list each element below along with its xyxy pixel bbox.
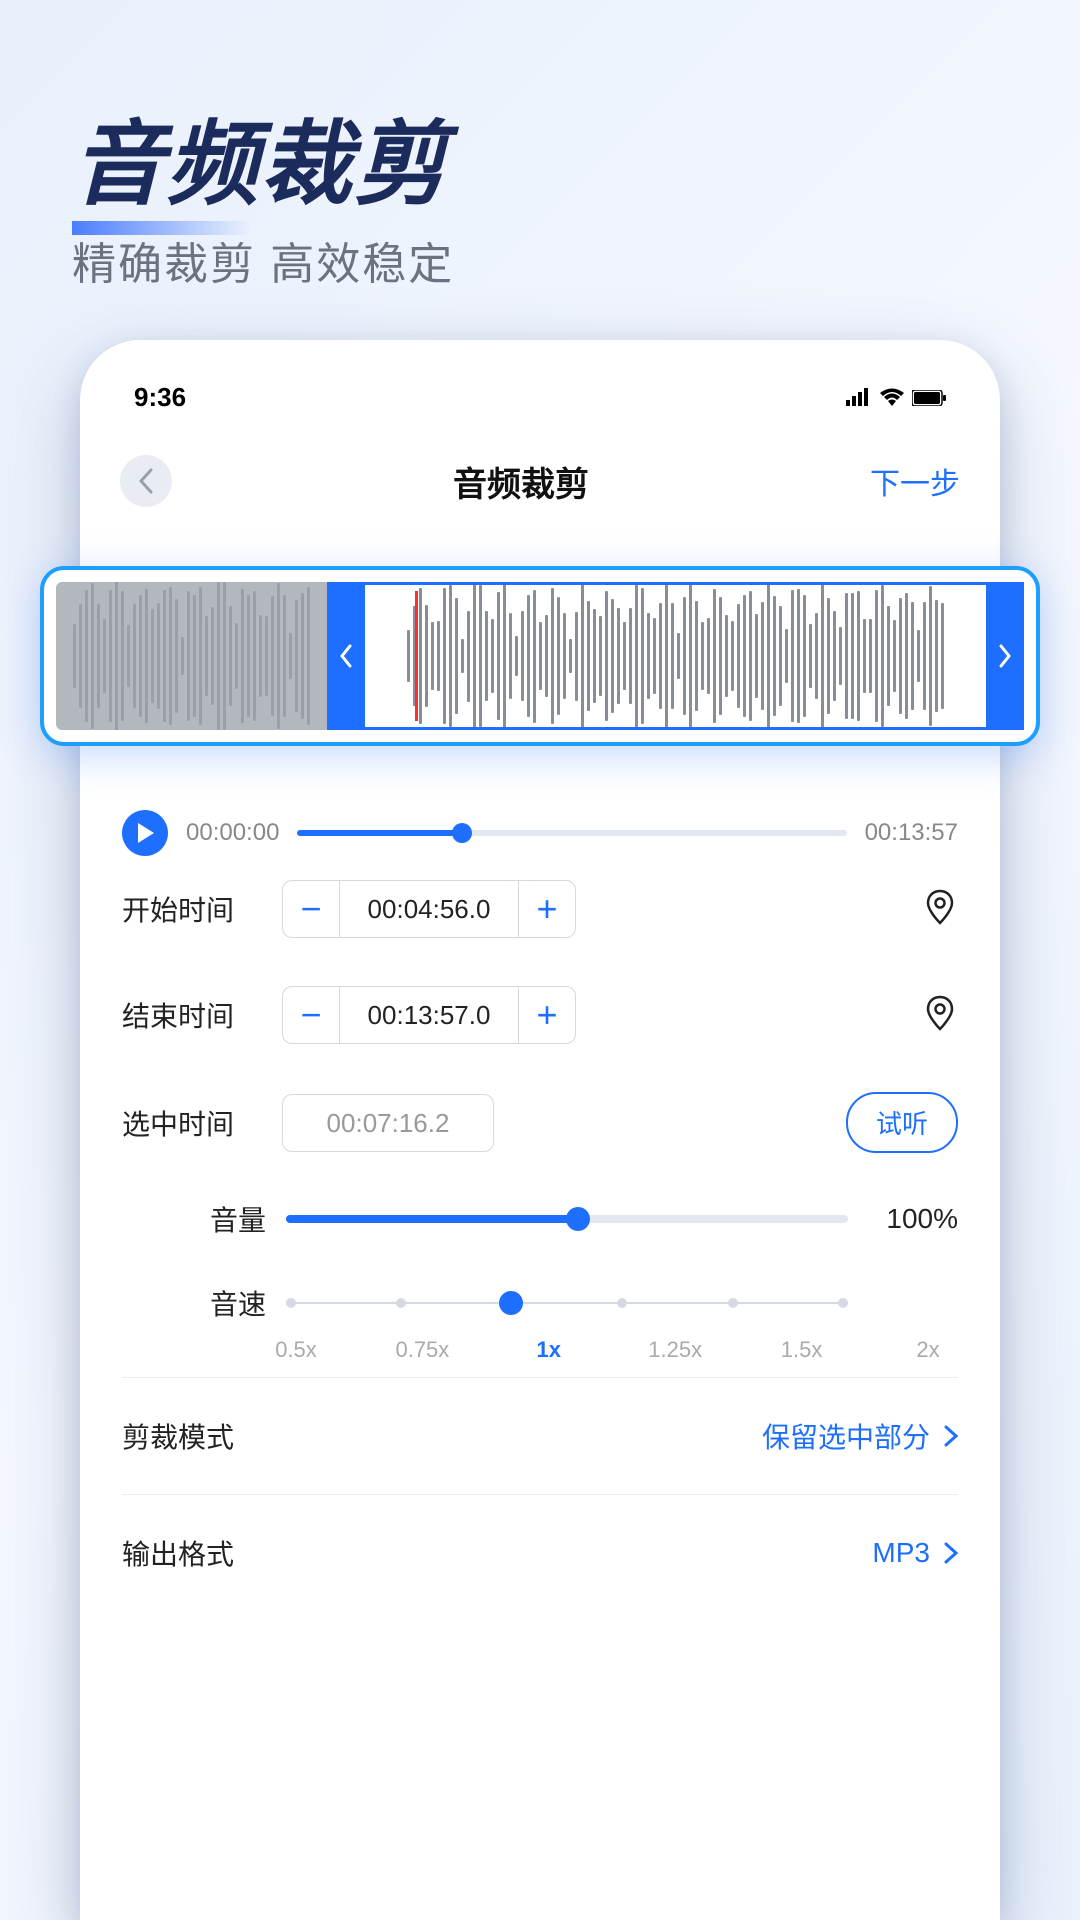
playback-total-time: 00:13:57 [865, 819, 958, 847]
speed-slider[interactable] [286, 1298, 848, 1308]
volume-slider[interactable] [286, 1215, 848, 1223]
waveform-selected [365, 582, 986, 730]
speed-option[interactable]: 1.5x [772, 1337, 832, 1363]
battery-icon [912, 382, 946, 413]
back-button[interactable] [120, 455, 172, 507]
trim-handle-right[interactable] [986, 582, 1024, 730]
speed-option-selected[interactable]: 1x [519, 1337, 579, 1363]
chevron-right-icon [944, 1542, 958, 1564]
selected-time-label: 选中时间 [122, 1103, 262, 1143]
chevron-right-icon [944, 1425, 958, 1447]
output-format-label: 输出格式 [122, 1533, 234, 1573]
chevron-left-icon [137, 468, 155, 494]
speed-option[interactable]: 1.25x [645, 1337, 705, 1363]
waveform-unselected [56, 582, 327, 730]
output-format-row[interactable]: 输出格式 MP3 [116, 1509, 964, 1597]
next-step-button[interactable]: 下一步 [870, 459, 960, 503]
status-time: 9:36 [134, 382, 186, 413]
speed-option[interactable]: 0.75x [392, 1337, 452, 1363]
end-time-stepper: − 00:13:57.0 + [282, 986, 576, 1044]
volume-row: 音量 100% [116, 1177, 964, 1261]
wifi-icon [880, 382, 904, 413]
start-time-stepper: − 00:04:56.0 + [282, 880, 576, 938]
volume-value: 100% [868, 1203, 958, 1235]
preview-button[interactable]: 试听 [846, 1092, 958, 1153]
crop-mode-value: 保留选中部分 [762, 1416, 930, 1456]
end-time-row: 结束时间 − 00:13:57.0 + [116, 962, 964, 1068]
divider [122, 1494, 958, 1495]
playback-current-time: 00:00:00 [186, 819, 279, 847]
start-time-value[interactable]: 00:04:56.0 [339, 881, 519, 937]
start-time-label: 开始时间 [122, 889, 262, 929]
play-icon [136, 823, 154, 843]
signal-icon [846, 382, 872, 413]
end-time-locate-button[interactable] [922, 995, 958, 1036]
play-button[interactable] [122, 810, 168, 856]
page-title: 音频裁剪 [453, 457, 589, 506]
end-time-label: 结束时间 [122, 995, 262, 1035]
start-time-row: 开始时间 − 00:04:56.0 + [116, 856, 964, 962]
start-time-decrement[interactable]: − [283, 881, 339, 937]
status-bar: 9:36 [116, 382, 964, 425]
start-time-locate-button[interactable] [922, 889, 958, 930]
volume-label: 音量 [166, 1199, 266, 1239]
playhead-cursor[interactable] [415, 591, 418, 721]
speed-option[interactable]: 2x [898, 1337, 958, 1363]
marketing-subtitle: 精确裁剪 高效稳定 [72, 228, 454, 292]
nav-bar: 音频裁剪 下一步 [116, 425, 964, 529]
speed-label: 音速 [166, 1283, 266, 1323]
location-pin-icon [922, 995, 958, 1031]
playback-progress[interactable] [297, 830, 846, 836]
crop-mode-label: 剪裁模式 [122, 1416, 234, 1456]
selected-time-value: 00:07:16.2 [282, 1094, 494, 1152]
selected-time-row: 选中时间 00:07:16.2 试听 [116, 1068, 964, 1177]
divider [122, 1377, 958, 1378]
playback-bar: 00:00:00 00:13:57 [116, 810, 964, 856]
marketing-title: 音频裁剪 [72, 90, 448, 223]
end-time-decrement[interactable]: − [283, 987, 339, 1043]
chevron-left-icon [338, 644, 354, 668]
waveform-editor[interactable] [40, 566, 1040, 746]
start-time-increment[interactable]: + [519, 881, 575, 937]
speed-option[interactable]: 0.5x [266, 1337, 326, 1363]
trim-handle-left[interactable] [327, 582, 365, 730]
speed-row: 音速 [116, 1261, 964, 1345]
location-pin-icon [922, 889, 958, 925]
end-time-increment[interactable]: + [519, 987, 575, 1043]
end-time-value[interactable]: 00:13:57.0 [339, 987, 519, 1043]
crop-mode-row[interactable]: 剪裁模式 保留选中部分 [116, 1392, 964, 1480]
chevron-right-icon [997, 644, 1013, 668]
output-format-value: MP3 [872, 1537, 930, 1569]
speed-options: 0.5x 0.75x 1x 1.25x 1.5x 2x [260, 1337, 964, 1363]
